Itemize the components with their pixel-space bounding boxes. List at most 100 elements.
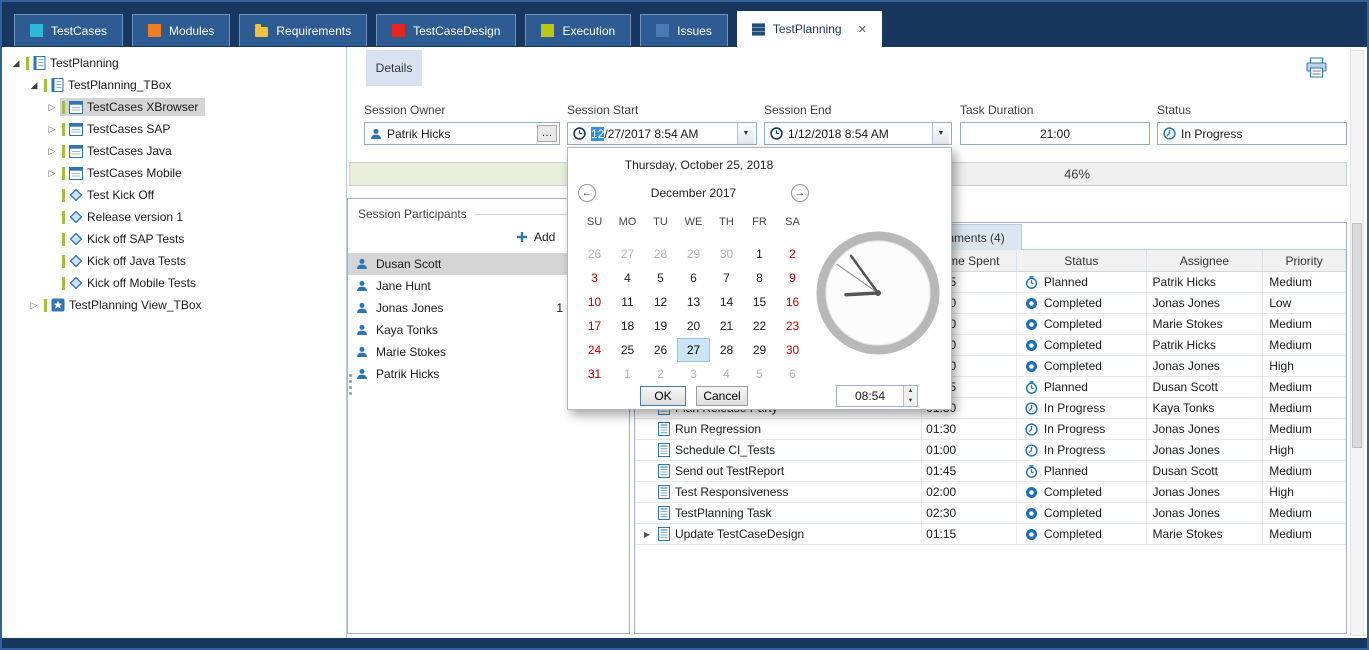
calendar-day[interactable]: 5 — [644, 266, 677, 290]
calendar-day[interactable]: 21 — [710, 314, 743, 338]
session-start-input[interactable]: 12/27/2017 8:54 AM ▼ — [567, 122, 757, 145]
tree-item-testcases-mobile[interactable]: ▷TestCases Mobile — [4, 162, 346, 184]
calendar-day-selected[interactable]: 27 — [677, 338, 710, 362]
spinner-down-icon[interactable]: ▼ — [904, 396, 917, 406]
calendar-day[interactable]: 3 — [677, 362, 710, 386]
ok-button[interactable]: OK — [640, 386, 686, 406]
spinner-up-icon[interactable]: ▲ — [904, 386, 917, 396]
calendar-day[interactable]: 19 — [644, 314, 677, 338]
calendar-day[interactable]: 9 — [776, 266, 809, 290]
calendar-day[interactable]: 4 — [710, 362, 743, 386]
calendar-day[interactable]: 22 — [743, 314, 776, 338]
expand-arrow-icon[interactable]: ▷ — [31, 300, 38, 310]
tree-item-testplanning[interactable]: ◢TestPlanning — [4, 52, 346, 74]
calendar-day[interactable]: 14 — [710, 290, 743, 314]
vertical-scrollbar[interactable] — [1350, 50, 1364, 636]
task-row[interactable]: Schedule CI_Tests01:00In ProgressJonas J… — [635, 440, 1346, 461]
column-header-status[interactable]: Status — [1017, 250, 1147, 271]
scrollbar-thumb[interactable] — [1352, 223, 1362, 448]
time-spinner[interactable]: 08:54 ▲ ▼ — [836, 385, 918, 407]
task-row[interactable]: Test Responsiveness02:00CompletedJonas J… — [635, 482, 1346, 503]
calendar-day[interactable]: 6 — [677, 266, 710, 290]
task-duration-input[interactable]: 21:00 — [960, 122, 1150, 145]
tree-item-release-version-1[interactable]: Release version 1 — [4, 206, 346, 228]
calendar-day[interactable]: 28 — [644, 242, 677, 266]
calendar-day[interactable]: 1 — [743, 242, 776, 266]
app-tab-modules[interactable]: Modules — [132, 14, 230, 46]
calendar-day[interactable]: 30 — [776, 338, 809, 362]
task-row[interactable]: Run Regression01:30In ProgressJonas Jone… — [635, 419, 1346, 440]
calendar-day[interactable]: 7 — [710, 266, 743, 290]
previous-month-icon[interactable]: ← — [578, 184, 596, 202]
tree-item-kick-off-java-tests[interactable]: Kick off Java Tests — [4, 250, 346, 272]
tree-item-testplanning-tbox[interactable]: ◢TestPlanning_TBox — [4, 74, 346, 96]
next-month-icon[interactable]: → — [791, 184, 809, 202]
expand-arrow-icon[interactable]: ▷ — [49, 168, 56, 178]
print-icon[interactable] — [1305, 57, 1328, 78]
calendar-day[interactable]: 11 — [611, 290, 644, 314]
calendar-day[interactable]: 29 — [743, 338, 776, 362]
app-tab-testcasedesign[interactable]: TestCaseDesign — [376, 14, 516, 46]
calendar-day[interactable]: 2 — [644, 362, 677, 386]
status-input[interactable]: In Progress — [1157, 122, 1347, 145]
session-start-dropdown-icon[interactable]: ▼ — [737, 123, 754, 144]
calendar-day[interactable]: 13 — [677, 290, 710, 314]
row-expand-arrow-icon[interactable]: ▶ — [641, 530, 653, 539]
calendar-day[interactable]: 26 — [578, 242, 611, 266]
calendar-day[interactable]: 15 — [743, 290, 776, 314]
calendar-day[interactable]: 30 — [710, 242, 743, 266]
app-tab-issues[interactable]: Issues — [640, 14, 728, 46]
tab-details[interactable]: Details — [366, 50, 422, 86]
app-tab-execution[interactable]: Execution — [525, 14, 631, 46]
expand-arrow-icon[interactable]: ▷ — [49, 124, 56, 134]
close-tab-icon[interactable]: ✕ — [858, 23, 867, 36]
expand-arrow-icon[interactable]: ▷ — [49, 102, 56, 112]
task-row[interactable]: Send out TestReport01:45PlannedDusan Sco… — [635, 461, 1346, 482]
owner-browse-button[interactable]: … — [537, 125, 557, 142]
tree-item-testcases-xbrowser[interactable]: ▷TestCases XBrowser — [4, 96, 346, 118]
calendar-day[interactable]: 16 — [776, 290, 809, 314]
calendar-day[interactable]: 25 — [611, 338, 644, 362]
calendar-day[interactable]: 18 — [611, 314, 644, 338]
calendar-day[interactable]: 31 — [578, 362, 611, 386]
session-owner-input[interactable]: Patrik Hicks … — [364, 122, 560, 145]
tree-item-kick-off-mobile-tests[interactable]: Kick off Mobile Tests — [4, 272, 346, 294]
calendar-day[interactable]: 2 — [776, 242, 809, 266]
tree-item-testcases-java[interactable]: ▷TestCases Java — [4, 140, 346, 162]
column-header-priority[interactable]: Priority — [1263, 250, 1346, 271]
calendar-day[interactable]: 27 — [611, 242, 644, 266]
task-row[interactable]: ▶Update TestCaseDesign01:15CompletedMari… — [635, 524, 1346, 545]
session-end-dropdown-icon[interactable]: ▼ — [932, 123, 949, 144]
tree-item-testplanning-view-tbox[interactable]: ▷TestPlanning View_TBox — [4, 294, 346, 316]
calendar-day[interactable]: 8 — [743, 266, 776, 290]
calendar-day[interactable]: 3 — [578, 266, 611, 290]
calendar-day[interactable]: 5 — [743, 362, 776, 386]
calendar-day[interactable]: 4 — [611, 266, 644, 290]
tree-item-test-kick-off[interactable]: Test Kick Off — [4, 184, 346, 206]
calendar-day[interactable]: 1 — [611, 362, 644, 386]
tree-item-kick-off-sap-tests[interactable]: Kick off SAP Tests — [4, 228, 346, 250]
calendar-day[interactable]: 29 — [677, 242, 710, 266]
collapse-arrow-icon[interactable]: ◢ — [31, 80, 38, 90]
tree-item-testcases-sap[interactable]: ▷TestCases SAP — [4, 118, 346, 140]
app-tab-requirements[interactable]: Requirements — [239, 14, 367, 46]
app-tab-testplanning[interactable]: TestPlanning✕ — [737, 11, 882, 47]
calendar-day[interactable]: 17 — [578, 314, 611, 338]
column-header-assignee[interactable]: Assignee — [1147, 250, 1264, 271]
calendar-day[interactable]: 28 — [710, 338, 743, 362]
calendar-day[interactable]: 23 — [776, 314, 809, 338]
sidebar-splitter-handle[interactable] — [347, 370, 354, 398]
add-participant-button[interactable]: Add — [516, 230, 555, 244]
collapse-arrow-icon[interactable]: ◢ — [13, 58, 20, 68]
app-tab-testcases[interactable]: TestCases — [14, 14, 123, 46]
task-row[interactable]: TestPlanning Task02:30CompletedJonas Jon… — [635, 503, 1346, 524]
calendar-day[interactable]: 24 — [578, 338, 611, 362]
calendar-day[interactable]: 26 — [644, 338, 677, 362]
cancel-button[interactable]: Cancel — [696, 386, 748, 406]
calendar-day[interactable]: 6 — [776, 362, 809, 386]
session-end-input[interactable]: 1/12/2018 8:54 AM ▼ — [764, 122, 952, 145]
calendar-day[interactable]: 12 — [644, 290, 677, 314]
expand-arrow-icon[interactable]: ▷ — [49, 146, 56, 156]
calendar-day[interactable]: 10 — [578, 290, 611, 314]
calendar-day[interactable]: 20 — [677, 314, 710, 338]
